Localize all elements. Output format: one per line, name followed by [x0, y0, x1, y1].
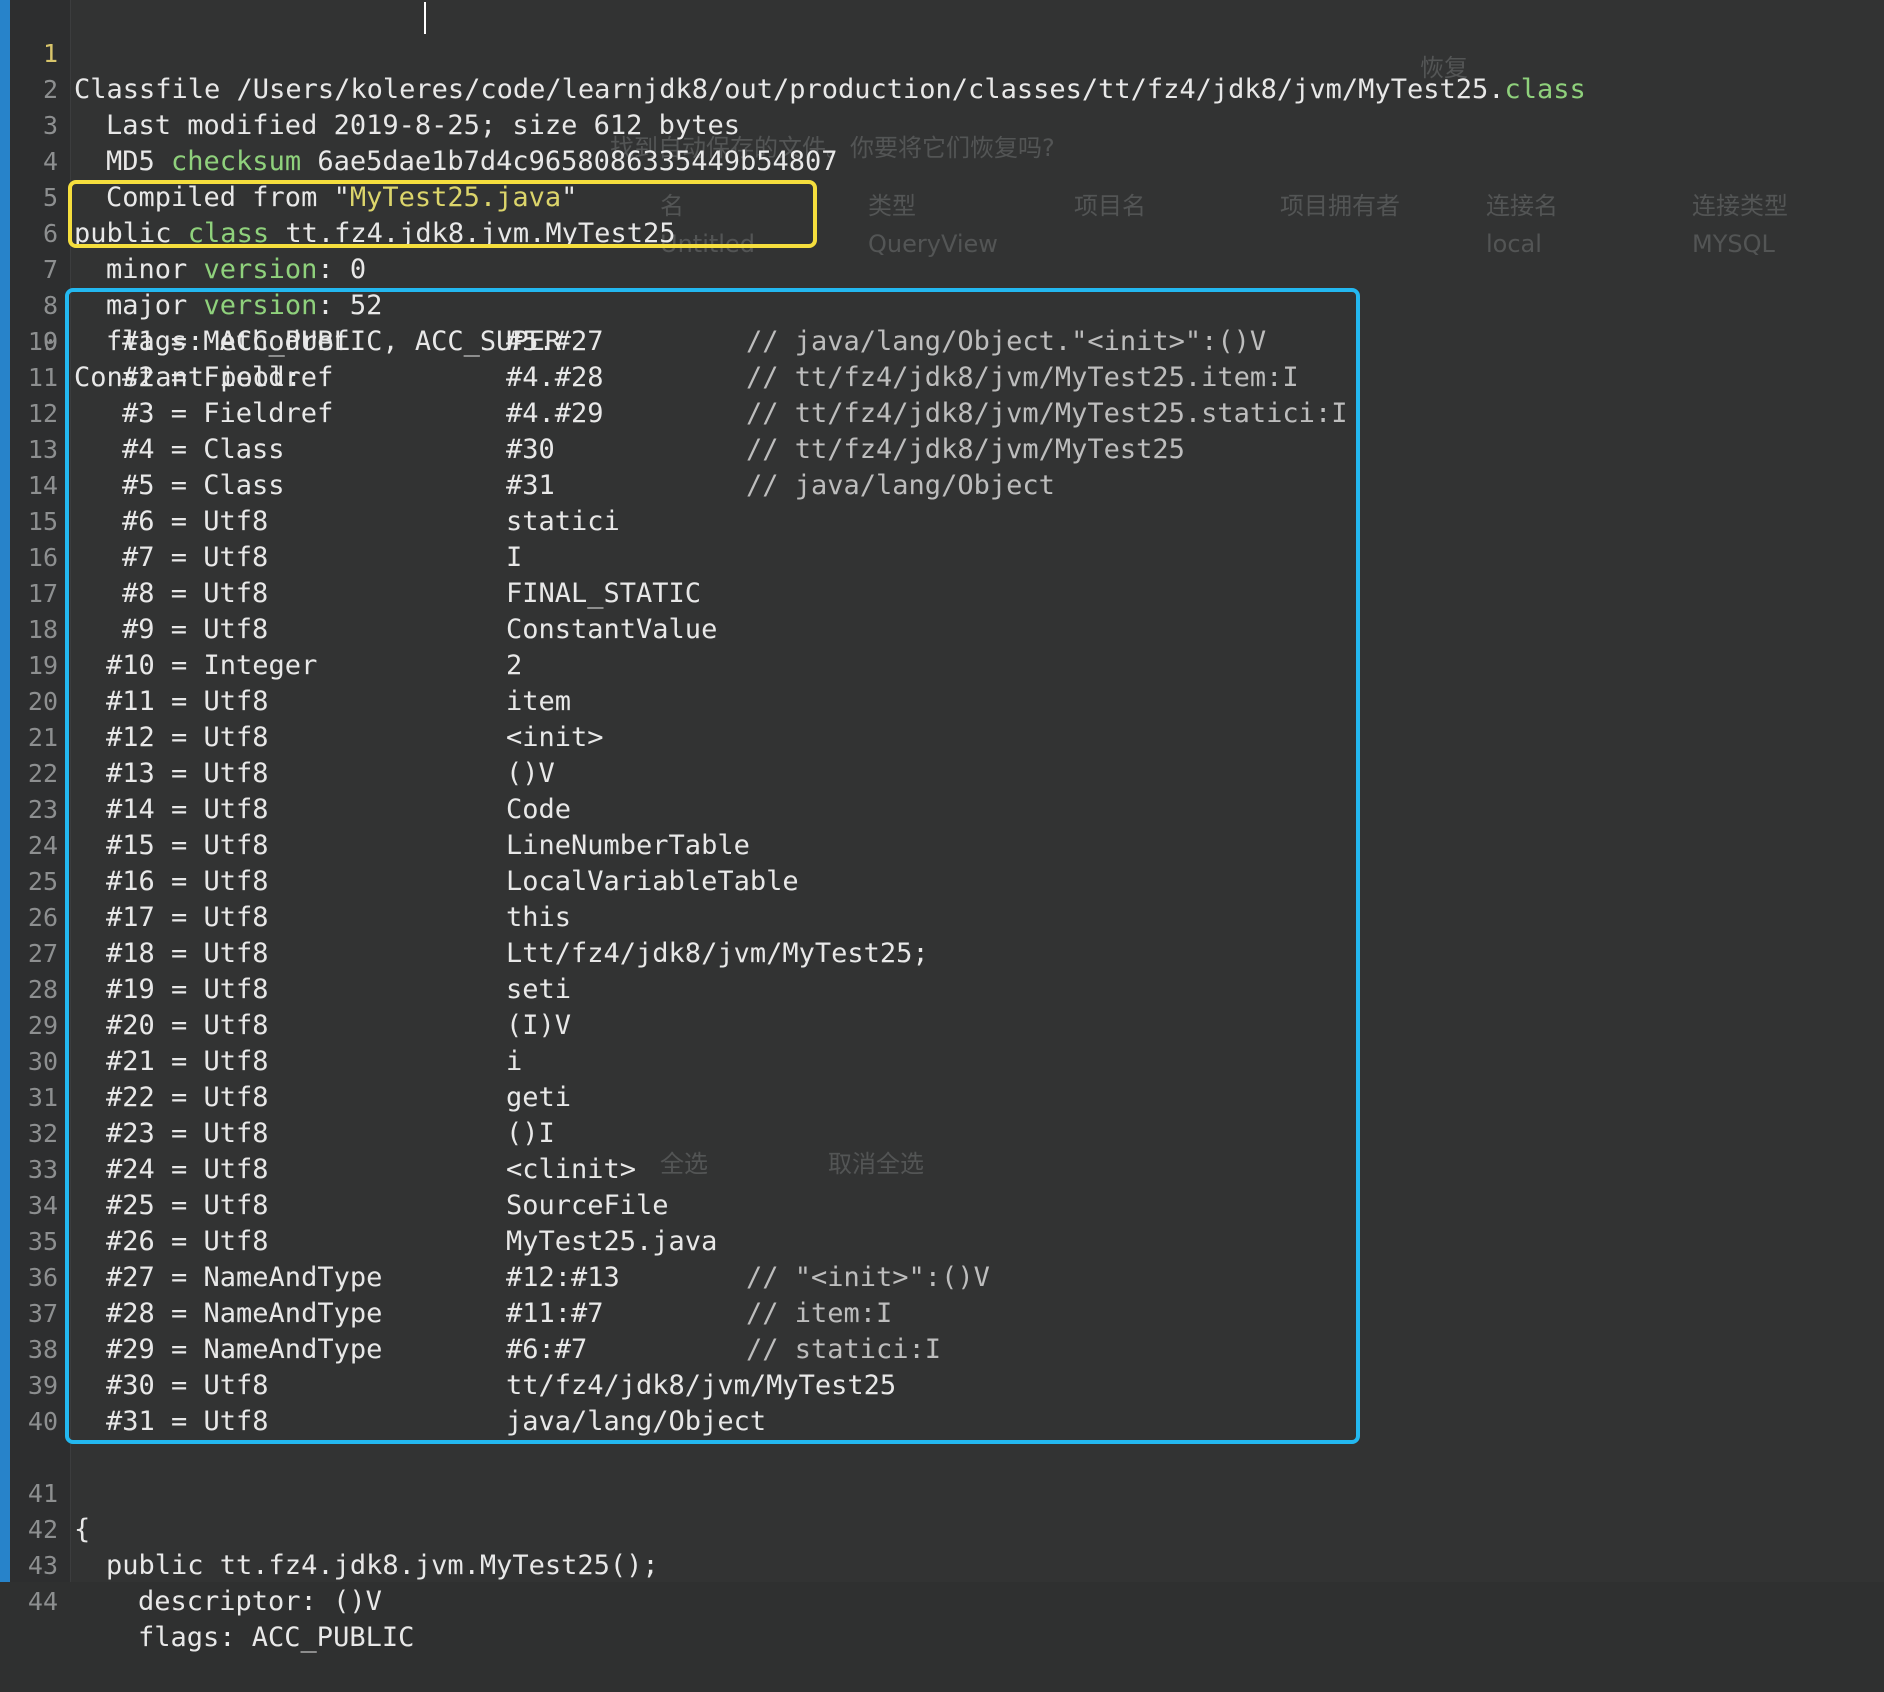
code-line-2[interactable]: 2 Last modified 2019-8-25; size 612 byte… — [0, 36, 1884, 141]
version-highlight-box — [68, 180, 817, 248]
line-number: 34 — [27, 1191, 58, 1220]
constructor-flags: flags: ACC_PUBLIC — [138, 1622, 415, 1653]
line-number: 40 — [27, 1407, 58, 1436]
code-line-42[interactable]: 42 public tt.fz4.jdk8.jvm.MyTest25(); — [0, 1476, 1884, 1581]
line-number: 21 — [27, 723, 58, 752]
line-number: 24 — [27, 831, 58, 860]
line-number: 35 — [27, 1227, 58, 1256]
line-number: 22 — [27, 759, 58, 788]
line-number: 32 — [27, 1119, 58, 1148]
line-number: 19 — [27, 651, 58, 680]
line-number: 14 — [27, 471, 58, 500]
line-number: 27 — [27, 939, 58, 968]
constructor-descriptor: descriptor: ()V — [138, 1586, 382, 1617]
line-number: 16 — [27, 543, 58, 572]
line-number: 33 — [27, 1155, 58, 1184]
line-number: 28 — [27, 975, 58, 1004]
line-number: 29 — [27, 1011, 58, 1040]
line-number: 10 — [27, 327, 58, 356]
editor-pane[interactable]: 恢复 找到自动保存的文件。你要将它们恢复吗? 名 类型 项目名 项目拥有者 连接… — [0, 0, 1884, 1653]
line-number: 38 — [27, 1335, 58, 1364]
constant-pool-highlight-box — [65, 288, 1360, 1444]
line-number: 25 — [27, 867, 58, 896]
code-line-3[interactable]: 3 MD5 checksum 6ae5dae1b7d4c965808633544… — [0, 72, 1884, 177]
line-number: 30 — [27, 1047, 58, 1076]
code-line-8[interactable]: 8 flags: ACC_PUBLIC, ACC_SUPER — [0, 252, 1884, 357]
line-number: 23 — [27, 795, 58, 824]
line-number: 39 — [27, 1371, 58, 1400]
code-line-43[interactable]: 43 descriptor: ()V — [0, 1512, 1884, 1617]
line-number: 36 — [27, 1263, 58, 1292]
code-line-4[interactable]: 4 Compiled from "MyTest25.java" — [0, 108, 1884, 213]
line-number: 11 — [27, 363, 58, 392]
code-line-5[interactable]: 5 public class tt.fz4.jdk8.jvm.MyTest25 — [0, 144, 1884, 249]
line-number: 26 — [27, 903, 58, 932]
text-cursor — [424, 2, 426, 34]
code-line-1[interactable]: 1 Classfile /Users/koleres/code/learnjdk… — [0, 0, 1884, 105]
line-number: 17 — [27, 579, 58, 608]
line-number: 31 — [27, 1083, 58, 1112]
line-number: 12 — [27, 399, 58, 428]
code-line-41[interactable]: 41 { — [0, 1440, 1884, 1545]
line-number: 13 — [27, 435, 58, 464]
code-line-44[interactable]: 44 flags: ACC_PUBLIC — [0, 1548, 1884, 1653]
line-number: 37 — [27, 1299, 58, 1328]
line-number: 15 — [27, 507, 58, 536]
line-number: 20 — [27, 687, 58, 716]
line-number: 18 — [27, 615, 58, 644]
line-number: 44 — [27, 1587, 58, 1616]
